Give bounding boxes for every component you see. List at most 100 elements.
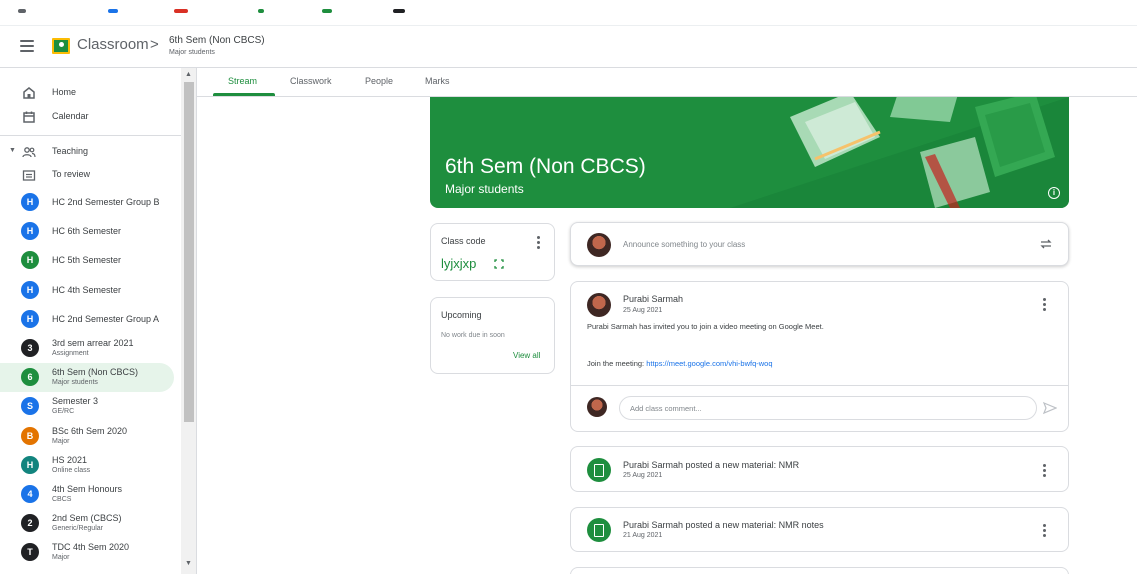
sidebar-item-to-review[interactable]: To review [0, 164, 180, 186]
repost-icon[interactable] [1039, 237, 1053, 251]
class-name: 6th Sem (Non CBCS) [52, 367, 139, 378]
tab-classwork[interactable]: Classwork [290, 76, 332, 86]
class-subtitle: Assignment [52, 350, 89, 357]
class-name: Semester 3 [52, 396, 99, 407]
class-name: HC 5th Semester [52, 255, 122, 266]
sidebar-class-item[interactable]: T TDC 4th Sem 2020 Major [0, 538, 174, 567]
announce-placeholder[interactable]: Announce something to your class [623, 240, 745, 249]
class-banner: 6th Sem (Non CBCS) Major students i [430, 97, 1069, 208]
join-label: Join the meeting: [587, 359, 647, 368]
meet-link[interactable]: https://meet.google.com/vhi-bwfq-woq [646, 359, 772, 368]
view-all-link[interactable]: View all [513, 351, 540, 360]
material-title[interactable]: Purabi Sarmah posted a new material: NMR [623, 460, 799, 470]
class-avatar: 4 [21, 485, 39, 503]
class-subtitle: GE/RC [52, 408, 75, 416]
calendar-icon [23, 111, 35, 123]
tab-stream[interactable]: Stream [228, 76, 257, 86]
sidebar-class-item[interactable]: 3 3rd sem arrear 2021 Assignment [0, 334, 174, 363]
class-subtitle: Major students [52, 379, 98, 387]
people-icon [22, 147, 36, 158]
class-avatar: H [21, 222, 39, 241]
sidebar-item-calendar[interactable]: Calendar [0, 106, 180, 128]
breadcrumb-class-section: Major students [169, 49, 215, 56]
class-avatar: H [21, 280, 39, 299]
class-avatar: S [21, 397, 39, 416]
more-options-icon[interactable] [1043, 298, 1046, 313]
toolbar-icon[interactable] [18, 9, 26, 13]
more-options-icon[interactable] [537, 236, 540, 251]
announce-card[interactable]: Announce something to your class [570, 222, 1069, 266]
class-name: 4th Sem Honours [52, 484, 123, 494]
sidebar-class-item[interactable]: H HC 2nd Semester Group B [0, 188, 174, 217]
material-card[interactable] [570, 567, 1069, 574]
sidebar-class-item[interactable]: H HC 6th Semester [0, 217, 174, 246]
material-title[interactable]: Purabi Sarmah posted a new material: NMR… [623, 520, 824, 530]
banner-class-section: Major students [445, 182, 524, 196]
app-header: Classroom > 6th Sem (Non CBCS) Major stu… [0, 26, 1137, 68]
class-name: TDC 4th Sem 2020 [52, 542, 130, 553]
class-name: 2nd Sem (CBCS) [52, 513, 122, 524]
toolbar-icon[interactable] [322, 9, 332, 13]
class-avatar: B [21, 426, 39, 445]
post-join-text: Join the meeting: https://meet.google.co… [587, 359, 773, 368]
class-avatar: H [21, 193, 39, 211]
sidebar-class-item[interactable]: 4 4th Sem Honours CBCS [0, 480, 174, 509]
more-options-icon[interactable] [1043, 464, 1046, 479]
class-subtitle: Generic/Regular [52, 525, 103, 533]
toolbar-icon[interactable] [393, 9, 405, 13]
post-date: 25 Aug 2021 [623, 307, 663, 314]
class-name: HS 2021 [52, 454, 88, 465]
app-title[interactable]: Classroom [77, 36, 149, 53]
sidebar-item-label: Calendar [52, 111, 89, 121]
chevron-down-icon[interactable]: ▼ [9, 147, 16, 154]
post-author[interactable]: Purabi Sarmah [623, 294, 683, 304]
scroll-thumb[interactable] [184, 82, 194, 422]
sidebar-class-item[interactable]: H HC 5th Semester [0, 246, 174, 275]
toolbar-icon[interactable] [258, 9, 264, 13]
comment-input[interactable]: Add class comment... [619, 396, 1037, 420]
sidebar-class-item[interactable]: 2 2nd Sem (CBCS) Generic/Regular [0, 509, 174, 538]
comment-placeholder: Add class comment... [630, 404, 702, 413]
toolbar-icon[interactable] [108, 9, 118, 13]
class-avatar: H [21, 251, 39, 270]
sidebar-item-home[interactable]: Home [0, 82, 180, 104]
scroll-down-icon[interactable]: ▼ [185, 560, 192, 567]
post-body: Purabi Sarmah has invited you to join a … [587, 322, 824, 331]
sidebar-class-item[interactable]: S Semester 3 GE/RC [0, 392, 174, 421]
classroom-logo-icon[interactable] [52, 38, 70, 54]
class-subtitle: Major [52, 437, 70, 445]
send-icon[interactable] [1043, 401, 1057, 415]
sidebar-scrollbar[interactable]: ▲ ▼ [181, 68, 196, 574]
sidebar: Home Calendar ▼ Teaching To review H HC 2… [0, 68, 197, 574]
post-card: Purabi Sarmah 25 Aug 2021 Purabi Sarmah … [570, 281, 1069, 432]
menu-icon[interactable] [20, 40, 34, 52]
sidebar-class-item[interactable]: 6 6th Sem (Non CBCS) Major students [0, 363, 174, 393]
active-tab-indicator [213, 93, 275, 96]
material-card[interactable]: Purabi Sarmah posted a new material: NMR… [570, 507, 1069, 552]
browser-toolbar [0, 0, 1137, 26]
class-name: HC 6th Semester [52, 226, 122, 237]
material-icon [587, 518, 611, 542]
sidebar-divider [0, 135, 181, 136]
class-subtitle: Online class [52, 466, 91, 474]
info-icon[interactable]: i [1048, 187, 1060, 199]
scroll-up-icon[interactable]: ▲ [185, 71, 192, 78]
sidebar-item-teaching[interactable]: ▼ Teaching [0, 141, 180, 163]
tab-people[interactable]: People [365, 76, 393, 86]
class-avatar: 3 [21, 339, 39, 357]
class-avatar: 6 [21, 368, 39, 387]
class-code-value: lyjxjxp [441, 256, 477, 271]
fullscreen-icon[interactable] [494, 259, 504, 269]
more-options-icon[interactable] [1043, 524, 1046, 539]
sidebar-class-item[interactable]: H HC 4th Semester [0, 276, 174, 305]
material-icon [587, 458, 611, 482]
breadcrumb-class-name[interactable]: 6th Sem (Non CBCS) [169, 35, 265, 46]
sidebar-class-item[interactable]: H HC 2nd Semester Group A [0, 305, 174, 334]
toolbar-icon[interactable] [174, 9, 188, 13]
tab-marks[interactable]: Marks [425, 76, 450, 86]
sidebar-class-item[interactable]: H HS 2021 Online class [0, 451, 174, 480]
material-card[interactable]: Purabi Sarmah posted a new material: NMR… [570, 446, 1069, 492]
sidebar-class-item[interactable]: B BSc 6th Sem 2020 Major [0, 422, 174, 451]
avatar [587, 293, 611, 317]
sidebar-item-label: Home [52, 87, 77, 97]
